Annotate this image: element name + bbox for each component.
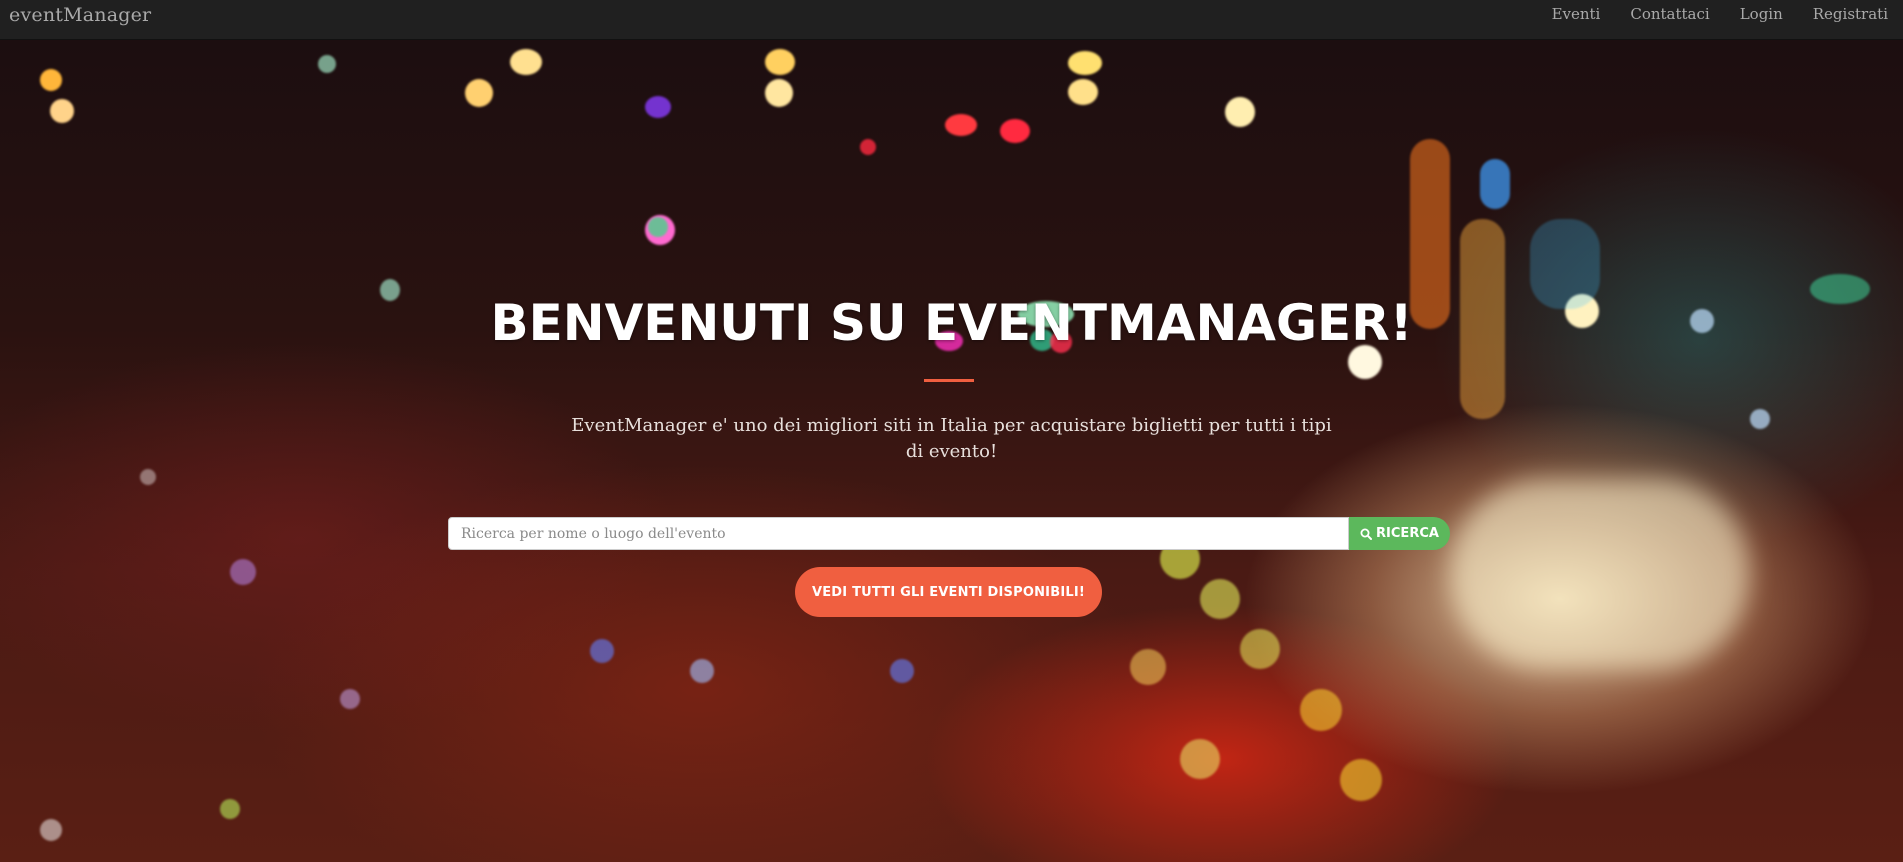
hero-section: BENVENUTI SU EVENTMANAGER! EventManager …	[0, 39, 1903, 862]
search-button[interactable]: RICERCA	[1349, 517, 1450, 550]
bokeh-light	[340, 689, 360, 709]
bokeh-light	[220, 799, 240, 819]
bokeh-light	[1450, 479, 1750, 669]
bokeh-light	[50, 99, 74, 123]
bokeh-light	[140, 469, 156, 485]
bokeh-light	[510, 49, 542, 75]
nav-links: Eventi Contattaci Login Registrati	[1552, 0, 1903, 28]
bokeh-light	[1225, 97, 1255, 127]
bokeh-light	[690, 659, 714, 683]
search-button-label: RICERCA	[1376, 526, 1439, 541]
bokeh-light	[1480, 159, 1510, 209]
bokeh-light	[1000, 119, 1030, 143]
bokeh-light	[1750, 409, 1770, 429]
bokeh-light	[648, 217, 668, 237]
bokeh-light	[1200, 579, 1240, 619]
bokeh-light	[40, 819, 62, 841]
bokeh-light	[890, 659, 914, 683]
search-input[interactable]	[448, 517, 1349, 550]
bokeh-light	[1340, 759, 1382, 801]
bokeh-light	[1180, 739, 1220, 779]
bokeh-light	[465, 79, 493, 107]
bokeh-light	[230, 559, 256, 585]
nav-link-login[interactable]: Login	[1740, 5, 1783, 23]
nav-link-registrati[interactable]: Registrati	[1813, 5, 1888, 23]
bokeh-light	[1068, 51, 1102, 75]
bokeh-light	[590, 639, 614, 663]
brand-logo[interactable]: eventManager	[9, 4, 151, 26]
search-bar: RICERCA	[448, 517, 1450, 550]
view-all-events-button[interactable]: VEDI TUTTI GLI EVENTI DISPONIBILI!	[795, 567, 1102, 617]
nav-link-contattaci[interactable]: Contattaci	[1630, 5, 1709, 23]
bokeh-light	[1130, 649, 1166, 685]
bokeh-light	[860, 139, 876, 155]
bokeh-light	[318, 55, 336, 73]
page: eventManager Eventi Contattaci Login Reg…	[0, 0, 1903, 862]
bokeh-light	[1068, 79, 1098, 105]
nav-link-eventi[interactable]: Eventi	[1552, 5, 1601, 23]
search-icon	[1360, 528, 1373, 540]
navbar: eventManager Eventi Contattaci Login Reg…	[0, 0, 1903, 40]
bokeh-light	[1300, 689, 1342, 731]
bokeh-light	[765, 49, 795, 75]
hero-subtitle: EventManager e' uno dei migliori siti in…	[571, 415, 1332, 462]
bokeh-light	[40, 69, 62, 91]
bokeh-light	[645, 96, 671, 118]
title-divider	[924, 379, 974, 382]
hero-title: BENVENUTI SU EVENTMANAGER!	[490, 294, 1413, 352]
bokeh-light	[945, 114, 977, 136]
bokeh-light	[765, 79, 793, 107]
bokeh-light	[1240, 629, 1280, 669]
